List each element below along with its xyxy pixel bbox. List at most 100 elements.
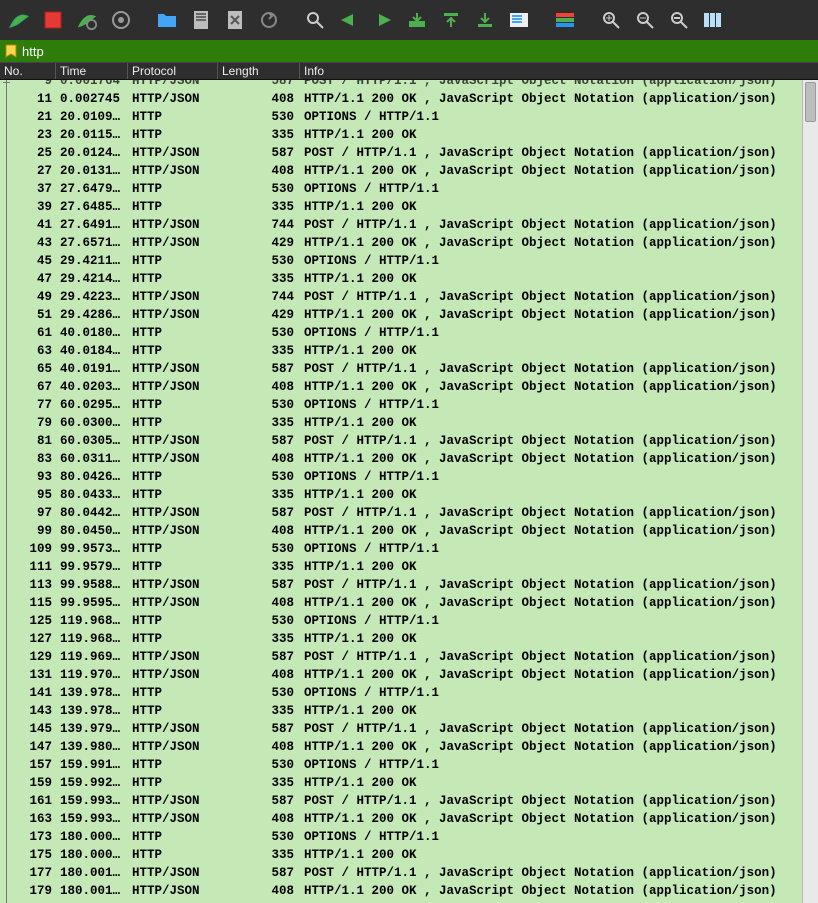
packet-row[interactable]: 2720.0131…HTTP/JSON408HTTP/1.1 200 OK , … bbox=[0, 162, 818, 180]
cell-length: 408 bbox=[218, 882, 300, 900]
cell-info: POST / HTTP/1.1 , JavaScript Object Nota… bbox=[300, 144, 818, 162]
cell-no: 97 bbox=[0, 504, 56, 522]
packet-row[interactable]: 4929.4223…HTTP/JSON744POST / HTTP/1.1 , … bbox=[0, 288, 818, 306]
packet-row[interactable]: 147139.980…HTTP/JSON408HTTP/1.1 200 OK ,… bbox=[0, 738, 818, 756]
packet-row[interactable]: 2320.0115…HTTP335HTTP/1.1 200 OK bbox=[0, 126, 818, 144]
resize-columns-button[interactable] bbox=[698, 5, 728, 35]
packet-row[interactable]: 6340.0184…HTTP335HTTP/1.1 200 OK bbox=[0, 342, 818, 360]
packet-row[interactable]: 9780.0442…HTTP/JSON587POST / HTTP/1.1 , … bbox=[0, 504, 818, 522]
packet-row[interactable]: 10999.9573…HTTP530OPTIONS / HTTP/1.1 bbox=[0, 540, 818, 558]
cell-length: 530 bbox=[218, 828, 300, 846]
cell-length: 408 bbox=[218, 162, 300, 180]
scrollbar-thumb[interactable] bbox=[805, 82, 816, 122]
find-packet-button[interactable] bbox=[300, 5, 330, 35]
packet-row[interactable]: 129119.969…HTTP/JSON587POST / HTTP/1.1 ,… bbox=[0, 648, 818, 666]
col-header-protocol[interactable]: Protocol bbox=[128, 63, 218, 79]
capture-options-button[interactable] bbox=[106, 5, 136, 35]
packet-list[interactable]: 90.001764HTTP/JSON587POST / HTTP/1.1 , J… bbox=[0, 80, 818, 900]
col-header-length[interactable]: Length bbox=[218, 63, 300, 79]
stop-capture-button[interactable] bbox=[38, 5, 68, 35]
cell-info: HTTP/1.1 200 OK , JavaScript Object Nota… bbox=[300, 378, 818, 396]
cell-protocol: HTTP/JSON bbox=[128, 234, 218, 252]
goto-packet-button[interactable] bbox=[402, 5, 432, 35]
zoom-out-button[interactable] bbox=[664, 5, 694, 35]
packet-row[interactable]: 2120.0109…HTTP530OPTIONS / HTTP/1.1 bbox=[0, 108, 818, 126]
open-file-button[interactable] bbox=[152, 5, 182, 35]
start-capture-button[interactable] bbox=[4, 5, 34, 35]
cell-no: 163 bbox=[0, 810, 56, 828]
cell-time: 119.969… bbox=[56, 648, 128, 666]
cell-time: 27.6485… bbox=[56, 198, 128, 216]
cell-time: 139.978… bbox=[56, 702, 128, 720]
cell-protocol: HTTP bbox=[128, 486, 218, 504]
packet-row[interactable]: 7960.0300…HTTP335HTTP/1.1 200 OK bbox=[0, 414, 818, 432]
packet-row[interactable]: 143139.978…HTTP335HTTP/1.1 200 OK bbox=[0, 702, 818, 720]
packet-row[interactable]: 9980.0450…HTTP/JSON408HTTP/1.1 200 OK , … bbox=[0, 522, 818, 540]
cell-length: 335 bbox=[218, 414, 300, 432]
packet-row[interactable]: 177180.001…HTTP/JSON587POST / HTTP/1.1 ,… bbox=[0, 864, 818, 882]
packet-row[interactable]: 7760.0295…HTTP530OPTIONS / HTTP/1.1 bbox=[0, 396, 818, 414]
cell-no: 145 bbox=[0, 720, 56, 738]
packet-row[interactable]: 110.002745HTTP/JSON408HTTP/1.1 200 OK , … bbox=[0, 90, 818, 108]
autoscroll-button[interactable] bbox=[504, 5, 534, 35]
packet-row[interactable]: 4729.4214…HTTP335HTTP/1.1 200 OK bbox=[0, 270, 818, 288]
packet-row[interactable]: 6740.0203…HTTP/JSON408HTTP/1.1 200 OK , … bbox=[0, 378, 818, 396]
packet-row[interactable]: 11199.9579…HTTP335HTTP/1.1 200 OK bbox=[0, 558, 818, 576]
packet-row[interactable]: 175180.000…HTTP335HTTP/1.1 200 OK bbox=[0, 846, 818, 864]
col-header-time[interactable]: Time bbox=[56, 63, 128, 79]
go-back-button[interactable] bbox=[334, 5, 364, 35]
packet-row[interactable]: 4327.6571…HTTP/JSON429HTTP/1.1 200 OK , … bbox=[0, 234, 818, 252]
packet-row[interactable]: 8160.0305…HTTP/JSON587POST / HTTP/1.1 , … bbox=[0, 432, 818, 450]
packet-row[interactable]: 8360.0311…HTTP/JSON408HTTP/1.1 200 OK , … bbox=[0, 450, 818, 468]
packet-row[interactable]: 6140.0180…HTTP530OPTIONS / HTTP/1.1 bbox=[0, 324, 818, 342]
packet-row[interactable]: 3727.6479…HTTP530OPTIONS / HTTP/1.1 bbox=[0, 180, 818, 198]
packet-row[interactable]: 9580.0433…HTTP335HTTP/1.1 200 OK bbox=[0, 486, 818, 504]
cell-time: 29.4286… bbox=[56, 306, 128, 324]
packet-row[interactable]: 3927.6485…HTTP335HTTP/1.1 200 OK bbox=[0, 198, 818, 216]
cell-time: 99.9573… bbox=[56, 540, 128, 558]
restart-capture-button[interactable] bbox=[72, 5, 102, 35]
vertical-scrollbar[interactable] bbox=[802, 80, 818, 903]
packet-row[interactable]: 141139.978…HTTP530OPTIONS / HTTP/1.1 bbox=[0, 684, 818, 702]
packet-row[interactable]: 179180.001…HTTP/JSON408HTTP/1.1 200 OK ,… bbox=[0, 882, 818, 900]
cell-info: HTTP/1.1 200 OK bbox=[300, 846, 818, 864]
packet-row[interactable]: 11399.9588…HTTP/JSON587POST / HTTP/1.1 ,… bbox=[0, 576, 818, 594]
cell-time: 20.0109… bbox=[56, 108, 128, 126]
packet-row[interactable]: 90.001764HTTP/JSON587POST / HTTP/1.1 , J… bbox=[0, 80, 818, 90]
cell-protocol: HTTP bbox=[128, 468, 218, 486]
zoom-reset-button[interactable] bbox=[630, 5, 660, 35]
save-file-button[interactable] bbox=[186, 5, 216, 35]
zoom-in-button[interactable] bbox=[596, 5, 626, 35]
packet-row[interactable]: 131119.970…HTTP/JSON408HTTP/1.1 200 OK ,… bbox=[0, 666, 818, 684]
packet-row[interactable]: 173180.000…HTTP530OPTIONS / HTTP/1.1 bbox=[0, 828, 818, 846]
packet-row[interactable]: 11599.9595…HTTP/JSON408HTTP/1.1 200 OK ,… bbox=[0, 594, 818, 612]
packet-row[interactable]: 9380.0426…HTTP530OPTIONS / HTTP/1.1 bbox=[0, 468, 818, 486]
display-filter-input[interactable] bbox=[22, 44, 814, 59]
cell-time: 80.0442… bbox=[56, 504, 128, 522]
packet-row[interactable]: 159159.992…HTTP335HTTP/1.1 200 OK bbox=[0, 774, 818, 792]
cell-protocol: HTTP/JSON bbox=[128, 144, 218, 162]
cell-length: 530 bbox=[218, 684, 300, 702]
go-forward-button[interactable] bbox=[368, 5, 398, 35]
cell-length: 530 bbox=[218, 180, 300, 198]
packet-row[interactable]: 4127.6491…HTTP/JSON744POST / HTTP/1.1 , … bbox=[0, 216, 818, 234]
packet-row[interactable]: 6540.0191…HTTP/JSON587POST / HTTP/1.1 , … bbox=[0, 360, 818, 378]
packet-row[interactable]: 4529.4211…HTTP530OPTIONS / HTTP/1.1 bbox=[0, 252, 818, 270]
col-header-info[interactable]: Info bbox=[300, 63, 818, 79]
close-file-button[interactable] bbox=[220, 5, 250, 35]
packet-row[interactable]: 157159.991…HTTP530OPTIONS / HTTP/1.1 bbox=[0, 756, 818, 774]
packet-row[interactable]: 163159.993…HTTP/JSON408HTTP/1.1 200 OK ,… bbox=[0, 810, 818, 828]
goto-last-button[interactable] bbox=[470, 5, 500, 35]
packet-row[interactable]: 145139.979…HTTP/JSON587POST / HTTP/1.1 ,… bbox=[0, 720, 818, 738]
packet-row[interactable]: 125119.968…HTTP530OPTIONS / HTTP/1.1 bbox=[0, 612, 818, 630]
reload-file-button[interactable] bbox=[254, 5, 284, 35]
packet-row[interactable]: 161159.993…HTTP/JSON587POST / HTTP/1.1 ,… bbox=[0, 792, 818, 810]
col-header-no[interactable]: No. bbox=[0, 63, 56, 79]
goto-first-button[interactable] bbox=[436, 5, 466, 35]
packet-row[interactable]: 2520.0124…HTTP/JSON587POST / HTTP/1.1 , … bbox=[0, 144, 818, 162]
cell-no: 65 bbox=[0, 360, 56, 378]
packet-row[interactable]: 5129.4286…HTTP/JSON429HTTP/1.1 200 OK , … bbox=[0, 306, 818, 324]
colorize-button[interactable] bbox=[550, 5, 580, 35]
cell-protocol: HTTP/JSON bbox=[128, 738, 218, 756]
packet-row[interactable]: 127119.968…HTTP335HTTP/1.1 200 OK bbox=[0, 630, 818, 648]
